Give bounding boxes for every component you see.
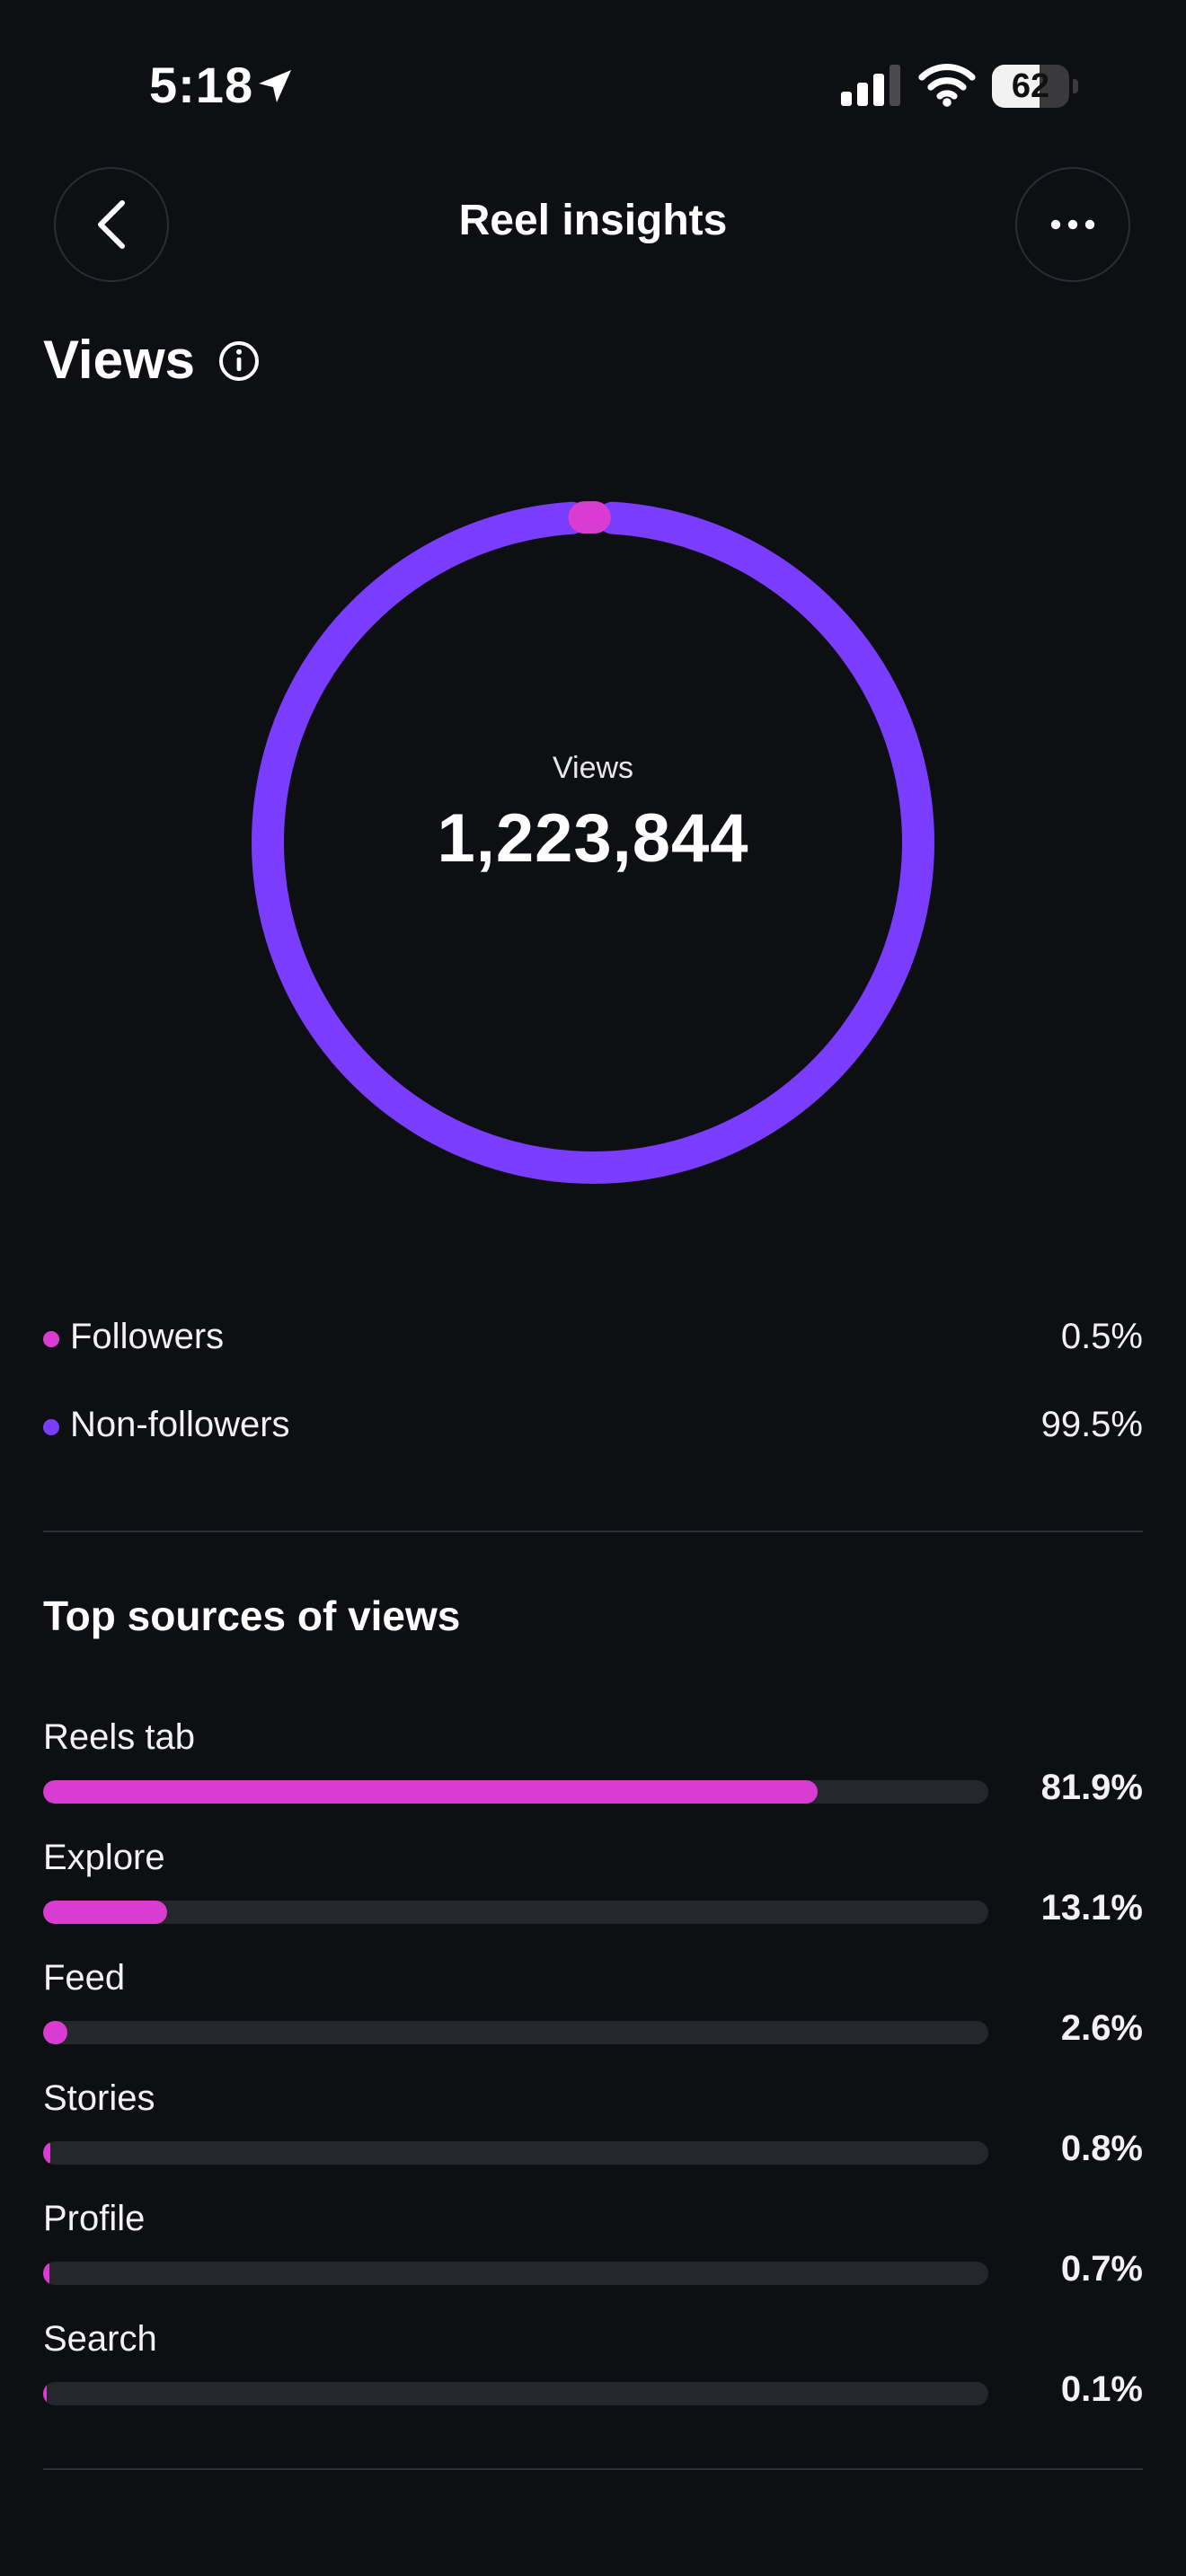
source-row-explore: Explore 13.1% [43, 1838, 1143, 1945]
battery-percent: 62 [1011, 67, 1050, 105]
top-sources-heading: Top sources of views [43, 1592, 461, 1639]
source-bar-track [43, 2021, 988, 2044]
source-label: Stories [43, 2078, 155, 2118]
battery-tip [1073, 79, 1078, 93]
ellipsis-icon [1050, 219, 1095, 230]
source-row-feed: Feed 2.6% [43, 1958, 1143, 2066]
source-percent: 0.7% [1060, 2249, 1143, 2289]
views-total: 1,223,844 [437, 800, 749, 877]
source-bar-track [43, 2262, 988, 2285]
source-row-search: Search 0.1% [43, 2319, 1143, 2427]
source-percent: 13.1% [1040, 1888, 1143, 1928]
legend-row-followers: Followers 0.5% [43, 1311, 1143, 1365]
source-bar-track [43, 2382, 988, 2405]
legend-value: 0.5% [1060, 1317, 1143, 1356]
source-bar-fill [43, 2382, 47, 2405]
status-bar: 5:18 62 [0, 0, 1186, 171]
source-row-stories: Stories 0.8% [43, 2078, 1143, 2186]
source-label: Reels tab [43, 1717, 195, 1757]
source-bar-fill [43, 2021, 68, 2044]
source-row-profile: Profile 0.7% [43, 2199, 1143, 2307]
wifi-icon [918, 63, 976, 107]
source-bar-track [43, 1780, 988, 1804]
divider [43, 1531, 1143, 1532]
source-label: Search [43, 2319, 157, 2359]
source-percent: 0.8% [1060, 2129, 1143, 2168]
source-row-reels-tab: Reels tab 81.9% [43, 1717, 1143, 1825]
legend-value: 99.5% [1040, 1405, 1143, 1444]
source-label: Profile [43, 2199, 146, 2238]
page-title: Reel insights [458, 197, 728, 244]
source-bar-track [43, 1901, 988, 1924]
divider [43, 2468, 1143, 2470]
legend-row-non-followers: Non-followers 99.5% [43, 1399, 1143, 1453]
donut-center-label: Views [552, 751, 634, 785]
non-followers-dot [43, 1419, 59, 1435]
legend-label: Non-followers [70, 1405, 290, 1444]
legend-label: Followers [70, 1317, 225, 1356]
status-time: 5:18 [149, 57, 254, 113]
battery-indicator: 62 [992, 65, 1078, 108]
source-percent: 2.6% [1060, 2008, 1143, 2048]
cellular-signal-icon [841, 65, 900, 106]
source-label: Explore [43, 1838, 165, 1877]
source-label: Feed [43, 1958, 126, 1998]
source-bar-track [43, 2141, 988, 2165]
more-options-button[interactable] [1015, 167, 1130, 282]
source-bar-fill [43, 2262, 50, 2285]
views-heading: Views [43, 330, 196, 390]
source-bar-fill [43, 1780, 818, 1804]
followers-dot [43, 1331, 59, 1347]
source-percent: 0.1% [1060, 2369, 1143, 2409]
source-bar-fill [43, 1901, 167, 1924]
source-bar-fill [43, 2141, 51, 2165]
back-button[interactable] [54, 167, 169, 282]
info-icon[interactable] [217, 340, 261, 383]
source-percent: 81.9% [1040, 1768, 1143, 1807]
chevron-left-icon [98, 200, 125, 249]
location-arrow-icon [259, 70, 291, 102]
